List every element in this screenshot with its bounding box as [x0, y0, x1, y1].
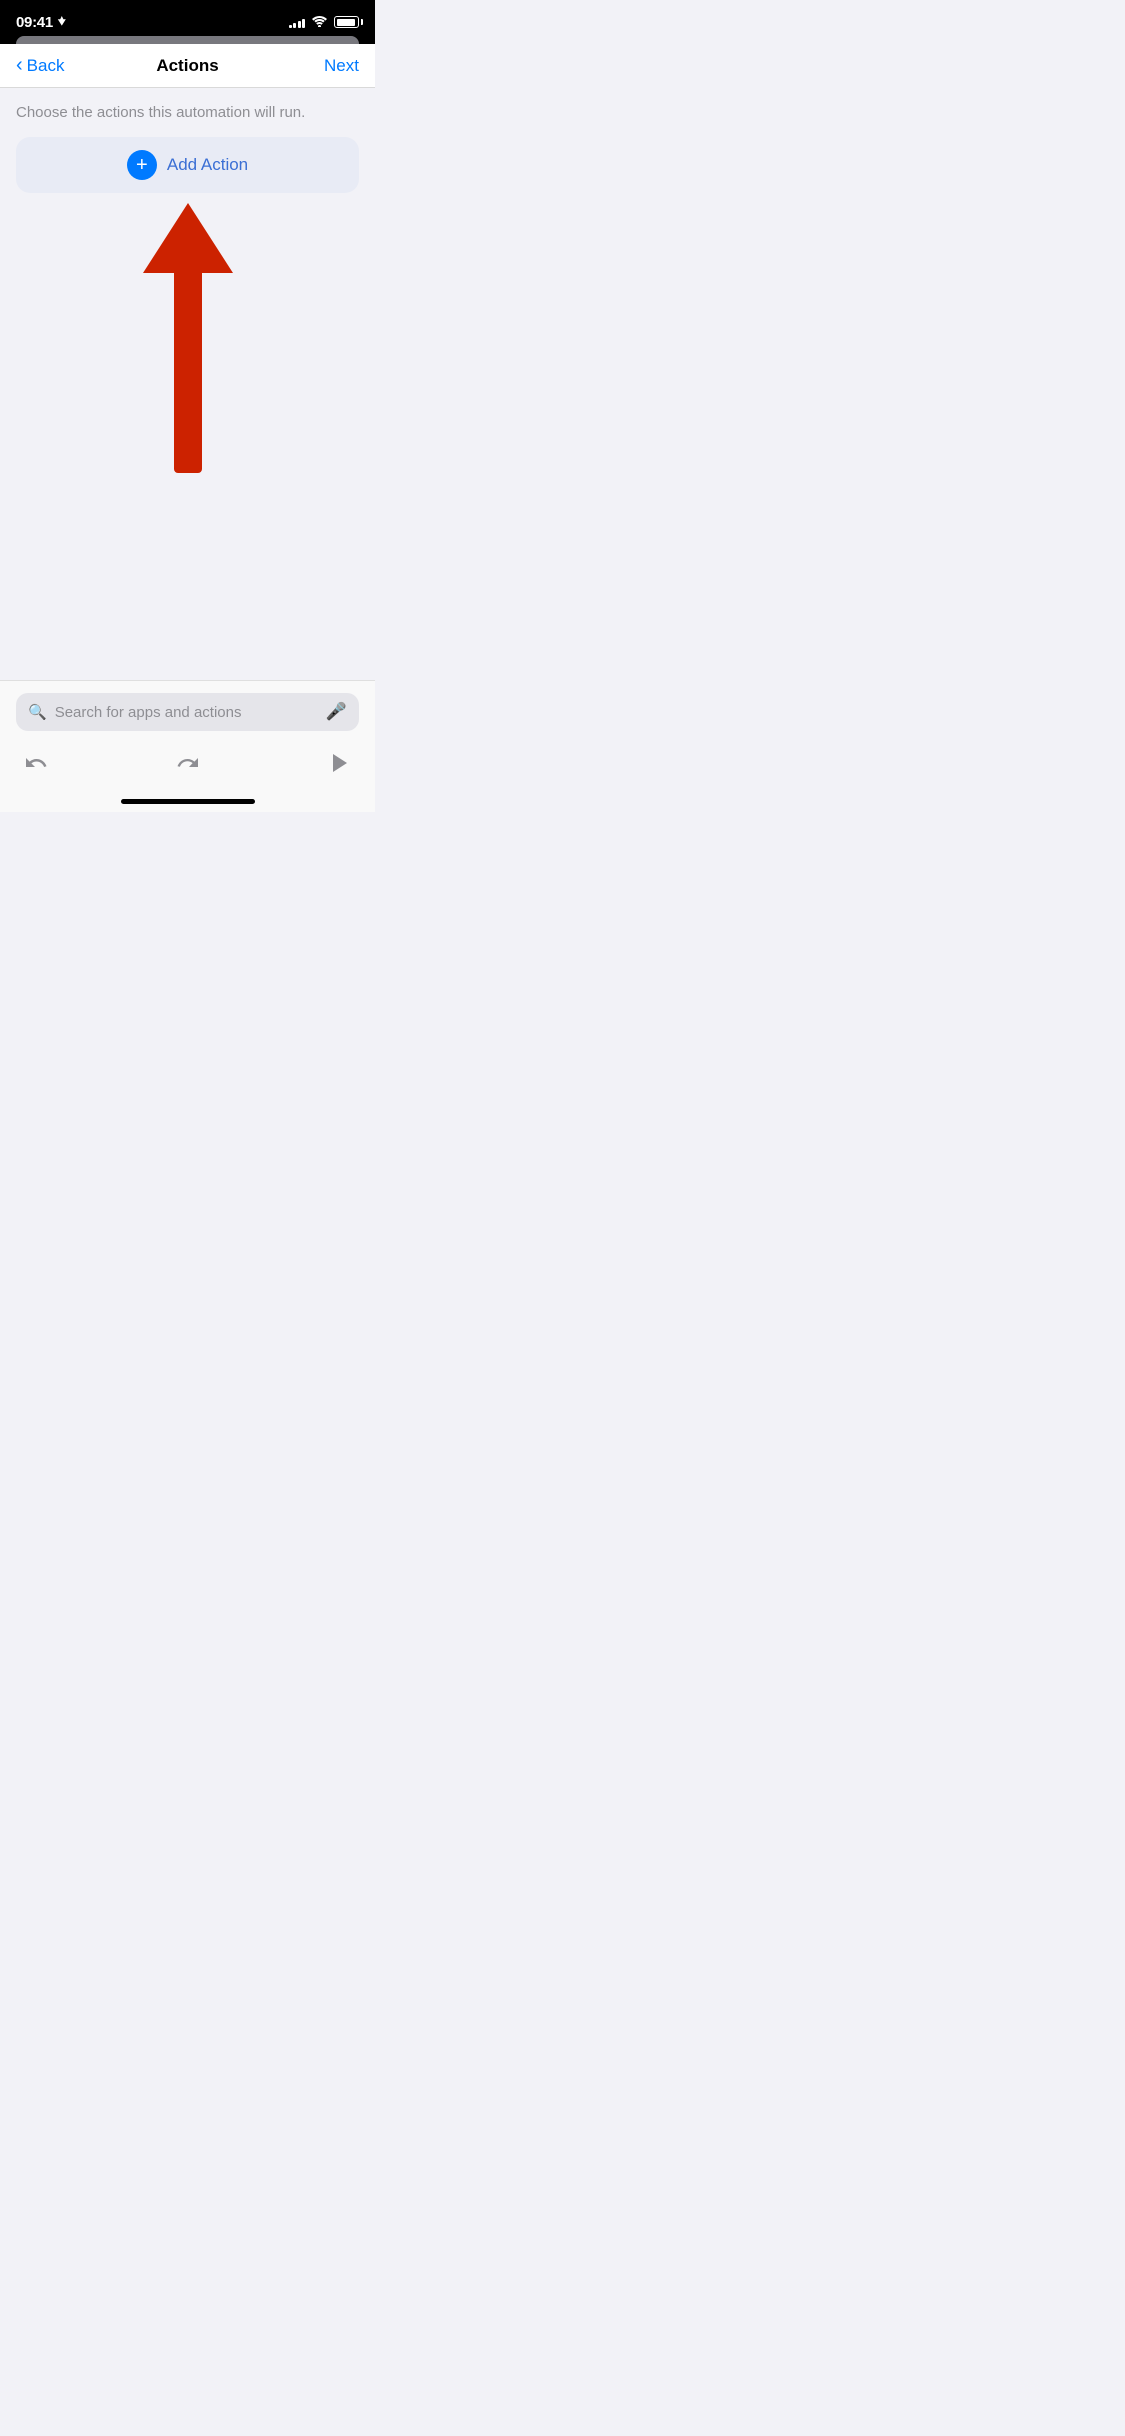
main-content: Choose the actions this automation will … — [0, 88, 375, 473]
arrow-head — [143, 203, 233, 273]
wifi-icon — [311, 14, 328, 30]
add-action-icon: + — [127, 150, 157, 180]
arrow-shaft — [174, 273, 202, 473]
bottom-area: 🔍 Search for apps and actions 🎤 — [0, 680, 375, 812]
redo-button[interactable] — [168, 743, 208, 783]
toolbar-row — [0, 739, 375, 795]
battery-icon — [334, 16, 359, 28]
next-button[interactable]: Next — [324, 56, 359, 76]
undo-button[interactable] — [16, 743, 56, 783]
sheet-peek — [16, 36, 359, 44]
back-label: Back — [27, 56, 65, 76]
undo-icon — [24, 751, 48, 775]
signal-icon — [289, 16, 306, 28]
add-action-label: Add Action — [167, 155, 248, 175]
mic-icon[interactable]: 🎤 — [326, 702, 347, 722]
status-time: 09:41 — [16, 14, 67, 31]
home-indicator — [121, 799, 255, 804]
location-icon — [57, 16, 67, 28]
back-button[interactable]: ‹ Back — [16, 54, 64, 77]
status-icons — [289, 14, 360, 30]
subtitle-text: Choose the actions this automation will … — [16, 104, 359, 121]
page-title: Actions — [156, 56, 218, 76]
search-bar[interactable]: 🔍 Search for apps and actions 🎤 — [16, 693, 359, 731]
play-icon — [328, 752, 350, 774]
arrow-annotation — [16, 203, 359, 473]
play-button[interactable] — [319, 743, 359, 783]
redo-icon — [176, 751, 200, 775]
search-container: 🔍 Search for apps and actions 🎤 — [0, 681, 375, 739]
back-chevron-icon: ‹ — [16, 54, 23, 77]
nav-bar: ‹ Back Actions Next — [0, 44, 375, 88]
search-icon: 🔍 — [28, 703, 47, 721]
search-input[interactable]: Search for apps and actions — [55, 704, 318, 721]
add-action-button[interactable]: + Add Action — [16, 137, 359, 193]
